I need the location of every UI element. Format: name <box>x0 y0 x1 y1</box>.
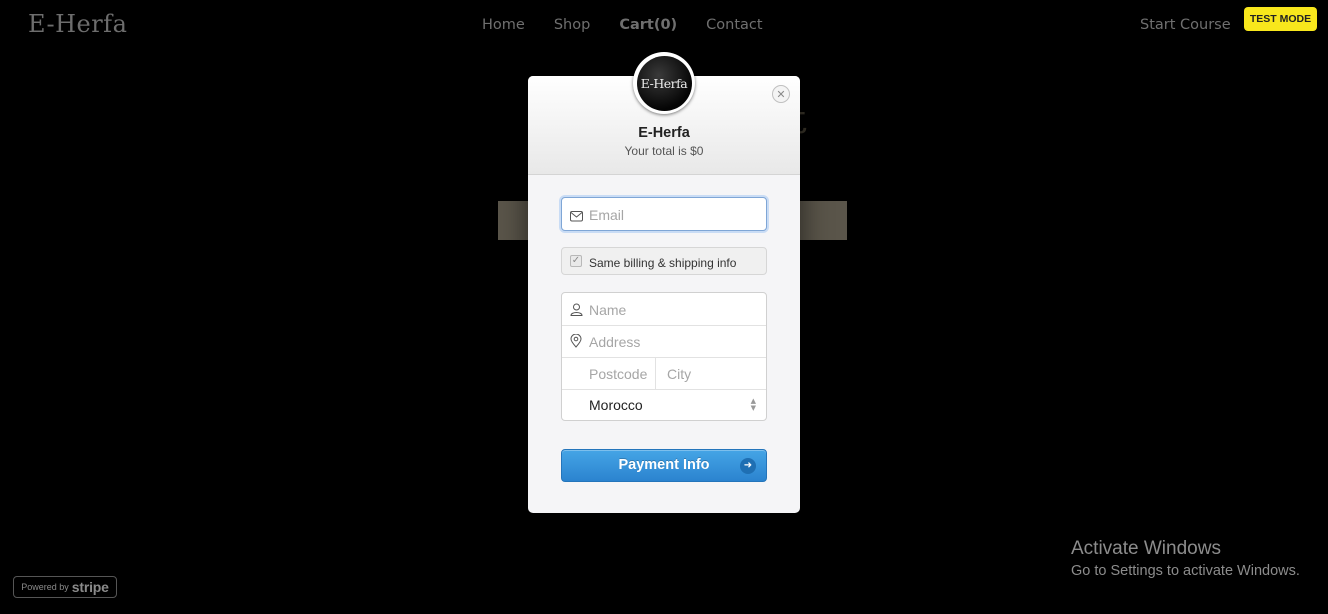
checkout-modal: ✕ E-Herfa Your total is $0 E-Herfa ✓ Sam… <box>528 52 800 513</box>
shipping-fieldset: Morocco ▲▼ <box>561 292 767 421</box>
payment-info-label: Payment Info <box>618 457 710 473</box>
stripe-wordmark: stripe <box>71 579 109 595</box>
country-select[interactable]: Morocco ▲ ▼ <box>562 390 766 420</box>
location-pin-icon <box>570 333 582 352</box>
order-total: Your total is $0 <box>624 144 704 158</box>
powered-by-label: Powered by <box>21 582 69 592</box>
site-logo[interactable]: E-Herfa <box>28 10 127 38</box>
postcode-input[interactable] <box>589 365 651 383</box>
postcode-city-row <box>562 357 766 390</box>
email-field[interactable] <box>561 197 767 231</box>
same-billing-checkbox[interactable]: ✓ <box>570 255 582 267</box>
email-input[interactable] <box>589 206 759 224</box>
same-billing-label: Same billing & shipping info <box>589 256 737 270</box>
nav-home[interactable]: Home <box>482 17 525 33</box>
store-logo-text: E-Herfa <box>636 55 692 111</box>
arrow-right-icon: ➜ <box>740 458 756 474</box>
nav-cart[interactable]: Cart(0) <box>619 17 677 33</box>
select-arrows-icon: ▲ ▼ <box>750 397 756 412</box>
start-course-link[interactable]: Start Course <box>1140 17 1231 33</box>
test-mode-badge: TEST MODE <box>1244 7 1317 31</box>
nav-contact[interactable]: Contact <box>706 17 762 33</box>
postcode-cell <box>562 357 656 389</box>
same-billing-row[interactable]: ✓ Same billing & shipping info <box>561 247 767 275</box>
name-row <box>562 293 766 326</box>
activation-subtitle: Go to Settings to activate Windows. <box>1071 563 1300 579</box>
windows-activation-notice: Activate Windows Go to Settings to activ… <box>1071 538 1300 579</box>
store-name: E-Herfa <box>638 125 690 141</box>
payment-info-button[interactable]: Payment Info ➜ <box>561 449 767 482</box>
activation-title: Activate Windows <box>1071 538 1221 559</box>
country-value: Morocco <box>589 397 643 413</box>
main-nav: Home Shop Cart(0) Contact <box>482 17 792 33</box>
user-icon <box>570 301 583 320</box>
envelope-icon <box>570 207 583 226</box>
store-avatar: E-Herfa <box>633 52 695 114</box>
address-row <box>562 325 766 358</box>
name-input[interactable] <box>589 301 754 319</box>
powered-by-stripe-badge[interactable]: Powered by stripe <box>13 576 117 598</box>
city-input[interactable] <box>667 365 757 383</box>
address-input[interactable] <box>589 333 754 351</box>
close-icon[interactable]: ✕ <box>772 85 790 103</box>
nav-shop[interactable]: Shop <box>554 17 590 33</box>
